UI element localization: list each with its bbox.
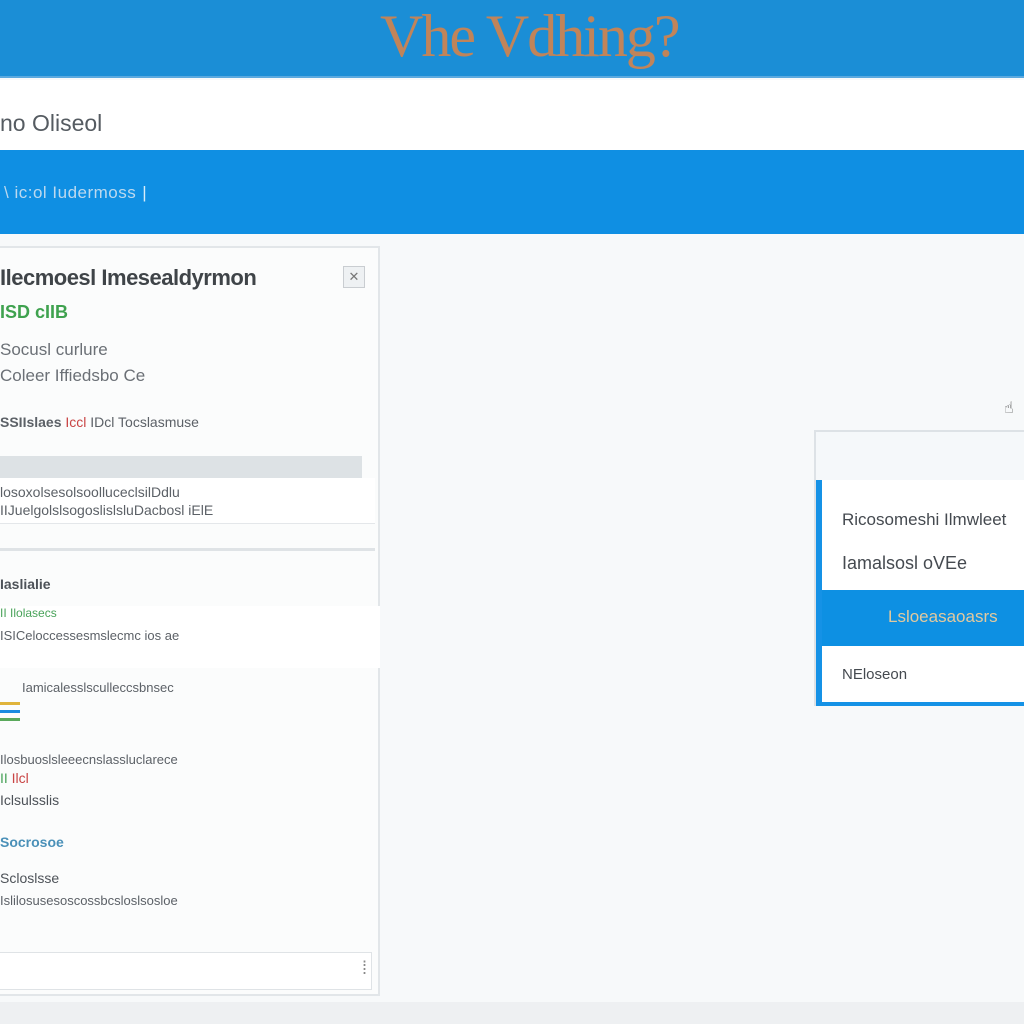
list-row-2[interactable]: Iamicalesslsculleccsbnsec	[22, 680, 174, 695]
list-header-label: Ilolasecs	[10, 606, 57, 620]
info-line-1: Socusl curlure	[0, 340, 108, 359]
address-line-2: IIJuelgolslsogoslislsluDacbosl iElE	[0, 502, 214, 518]
label-2: Socrosoe	[0, 834, 64, 850]
footer-line: Islilosusesoscossbcsloslsosloe	[0, 893, 178, 908]
status-row: SSIIslaes Iccl IDcl Tocslasmuse	[0, 414, 199, 430]
search-bar[interactable]	[0, 150, 1024, 234]
search-input-value: \ ic:ol Iudermoss	[4, 183, 137, 202]
close-icon[interactable]: ✕	[343, 266, 365, 288]
mark-row: II Ilcl	[0, 770, 29, 786]
page-title: no Oliseol	[0, 110, 103, 136]
mark-row-mark: Ilcl	[11, 770, 29, 786]
address-line-1: losoxolsesolsoolluceclsilDdlu	[0, 484, 180, 500]
text-caret: |	[142, 183, 148, 202]
label-1: Iclsulsslis	[0, 792, 60, 808]
status-row-text: IDcl Tocslasmuse	[90, 414, 199, 430]
bottom-edge	[0, 1002, 1024, 1024]
list-row-3[interactable]: Ilosbuoslsleeecnslassluclarece	[0, 752, 178, 767]
mark-row-prefix: II	[0, 770, 8, 786]
info-line-2: Coleer Iffiedsbo Ce	[0, 366, 146, 385]
dropdown-item[interactable]: Ricosomeshi Ilmwleet	[822, 510, 1024, 530]
status-row-label: SSIIslaes	[0, 414, 62, 430]
resize-handle-icon[interactable]: ⁞	[362, 958, 367, 979]
status-row-mark: Iccl	[65, 414, 87, 430]
dropdown-item-selected-label: Lsloeasaoasrs	[888, 607, 998, 626]
panel-footer-input[interactable]	[0, 952, 372, 990]
cursor-icon: ☝	[1004, 400, 1014, 417]
dropdown-item[interactable]: NEloseon	[822, 666, 1024, 683]
section-band	[0, 456, 362, 478]
section-label: Iaslialie	[0, 576, 51, 592]
top-app-bar: Vhe Vdhing?	[0, 0, 1024, 78]
color-stripe-green	[0, 718, 20, 721]
list-header-prefix: II	[0, 606, 7, 620]
color-stripe-yellow	[0, 702, 20, 705]
dropdown-item[interactable]: Iamalsosl oVEe	[822, 553, 1024, 574]
color-stripe-blue	[0, 710, 20, 713]
subheader	[0, 80, 1024, 150]
label-3: Scloslsse	[0, 870, 60, 886]
divider	[0, 548, 375, 551]
list-header: II Ilolasecs	[0, 606, 57, 620]
status-code: ISD cIIB	[0, 302, 69, 322]
search-input[interactable]: \ ic:ol Iudermoss |	[4, 183, 147, 203]
app-logo[interactable]: Vhe Vdhing?	[380, 2, 681, 71]
list-row-1[interactable]: ISICeloccessesmslecmc ios ae	[0, 628, 179, 643]
panel-title: Ilecmoesl Imesealdyrmon	[0, 265, 257, 290]
